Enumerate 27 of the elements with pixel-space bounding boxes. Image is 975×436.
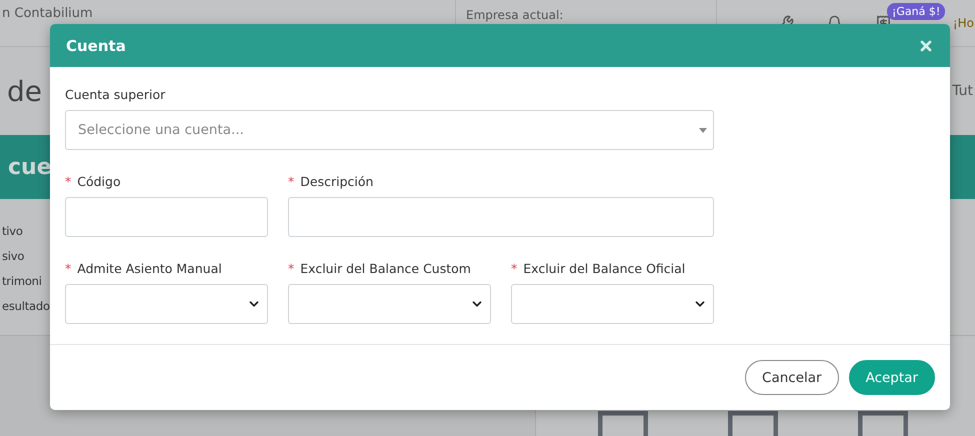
input-field[interactable] bbox=[288, 197, 714, 237]
field-label: * Excluir del Balance Custom bbox=[288, 261, 472, 276]
select-field[interactable] bbox=[65, 284, 268, 324]
dialog-title: Cuenta bbox=[66, 36, 126, 54]
field-label: * Código bbox=[65, 174, 122, 189]
brand-name: n Contabilium bbox=[2, 6, 93, 21]
promo-badge[interactable]: ¡Ganá $! bbox=[887, 3, 946, 20]
page-title: de bbox=[7, 74, 42, 108]
select-field[interactable] bbox=[511, 284, 714, 324]
tutorial-link[interactable]: Tut bbox=[952, 83, 973, 99]
caret-icon bbox=[699, 128, 707, 132]
account-type[interactable]: sivo bbox=[2, 249, 24, 263]
section-title: cue bbox=[8, 154, 52, 180]
account-dropdown[interactable]: Seleccione una cuenta... bbox=[65, 110, 714, 150]
account-type[interactable]: esultado bbox=[2, 299, 50, 313]
account-type[interactable]: tivo bbox=[2, 224, 23, 238]
greeting: ¡Ho bbox=[952, 16, 974, 30]
close-button[interactable] bbox=[918, 38, 934, 54]
select-field[interactable] bbox=[288, 284, 491, 324]
field-label: * Admite Asiento Manual bbox=[65, 261, 223, 276]
field-label: Cuenta superior bbox=[65, 87, 166, 102]
field-label: * Excluir del Balance Oficial bbox=[511, 261, 686, 276]
input-field[interactable] bbox=[65, 197, 268, 237]
company-label: Empresa actual: bbox=[466, 8, 564, 22]
account-type[interactable]: trimoni bbox=[2, 274, 42, 288]
field-label: * Descripción bbox=[288, 174, 374, 189]
cancel-button[interactable]: Cancelar bbox=[745, 360, 839, 395]
